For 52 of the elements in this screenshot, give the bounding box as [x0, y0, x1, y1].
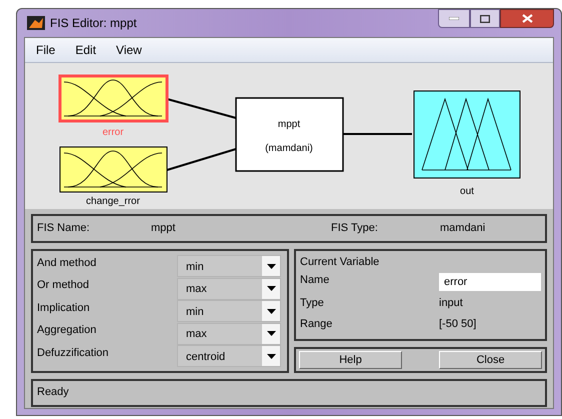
menu-item[interactable]: File	[27, 41, 64, 59]
connector-line	[343, 133, 412, 135]
type-value: input	[439, 296, 463, 311]
method-label: Implication	[37, 300, 90, 316]
dialog-button[interactable]: Help	[299, 351, 402, 369]
method-label: Defuzzification	[37, 346, 109, 361]
window-title: FIS Editor: mppt	[50, 15, 138, 32]
close-icon	[522, 14, 532, 23]
system-name: mppt	[278, 119, 300, 130]
name-field[interactable]: error	[439, 273, 541, 291]
close-button[interactable]	[500, 9, 554, 28]
caret-icon	[266, 286, 276, 291]
input-variable-box[interactable]	[60, 146, 168, 192]
fis-type-value: mamdani	[440, 221, 486, 236]
minimize-icon	[449, 17, 459, 20]
method-dropdown[interactable]: max	[177, 322, 281, 344]
fis-type-label: FIS Type:	[331, 221, 379, 236]
input-variable-box[interactable]	[58, 74, 168, 122]
input-variable-label: change_rror	[86, 196, 140, 207]
method-label: Or method	[37, 278, 89, 294]
connector-line	[166, 98, 236, 119]
output-variable-box[interactable]	[414, 90, 520, 178]
type-label: Type	[300, 296, 325, 311]
fis-name-label: FIS Name:	[37, 221, 91, 236]
caret-icon	[266, 354, 276, 358]
method-dropdown[interactable]: centroid	[177, 345, 281, 367]
caret-icon	[266, 331, 276, 336]
fis-name-value: mppt	[151, 221, 176, 236]
range-label: Range	[300, 316, 334, 332]
dialog-button[interactable]: Close	[439, 351, 542, 369]
current-variable-title: Current Variable	[300, 255, 380, 270]
name-label: Name	[300, 273, 330, 288]
range-value: [-50 50]	[439, 316, 476, 332]
method-label: Aggregation	[37, 323, 96, 338]
system-type: (mamdani)	[265, 143, 313, 154]
connector-line	[166, 148, 236, 171]
minimize-button[interactable]	[438, 9, 470, 28]
status-text: Ready	[37, 385, 69, 400]
method-dropdown[interactable]: min	[177, 300, 281, 322]
output-variable-label: out	[460, 186, 474, 197]
menu-item[interactable]: Edit	[66, 41, 106, 59]
method-dropdown[interactable]: max	[177, 278, 281, 300]
system-box[interactable]	[235, 97, 344, 172]
caret-icon	[266, 264, 276, 268]
maximize-icon	[480, 14, 490, 22]
maximize-button[interactable]	[470, 9, 500, 28]
menu-item[interactable]: View	[107, 41, 151, 59]
method-label: And method	[37, 256, 96, 271]
app-icon	[27, 16, 45, 30]
caret-icon	[266, 308, 276, 314]
input-variable-label: error	[102, 127, 124, 138]
method-dropdown[interactable]: min	[177, 255, 281, 277]
